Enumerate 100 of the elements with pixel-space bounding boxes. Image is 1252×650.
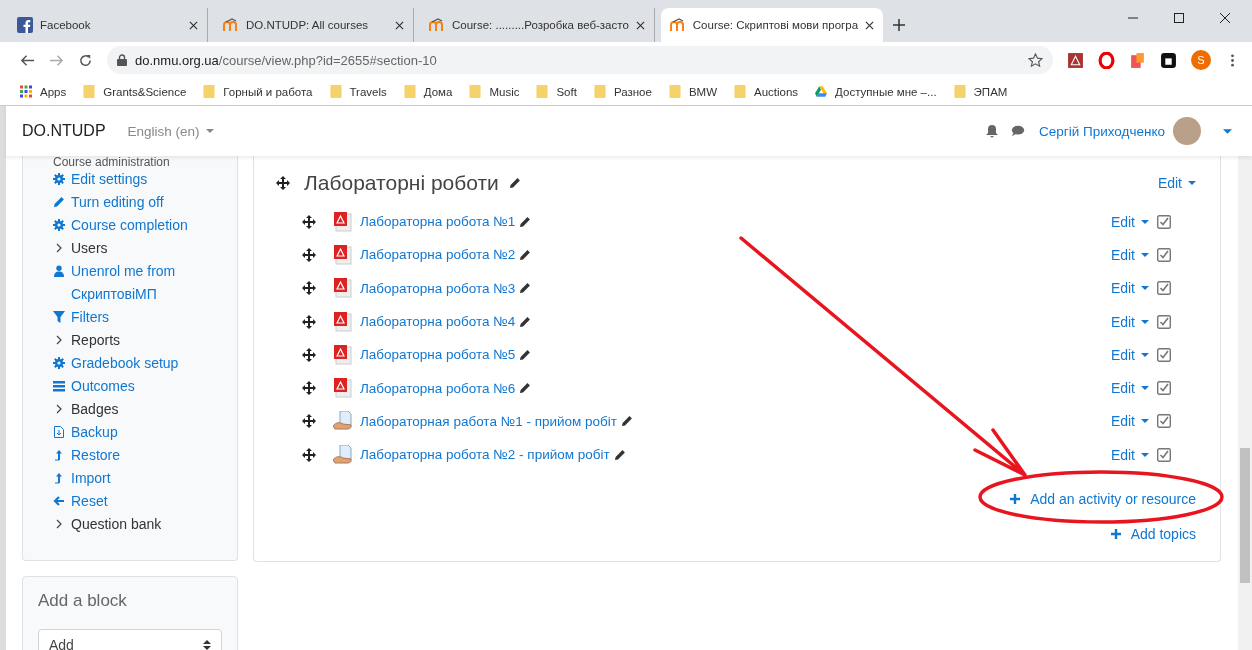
edit-menu[interactable]: Edit — [1110, 380, 1149, 397]
pdf-icon[interactable] — [1067, 51, 1084, 69]
edit-menu[interactable]: Edit — [1110, 246, 1149, 263]
pencil-icon[interactable] — [508, 177, 521, 189]
edit-menu[interactable]: Edit — [1110, 346, 1149, 363]
activity-link[interactable]: Лабораторна робота №2 - прийом робіт — [360, 447, 610, 463]
edit-menu[interactable]: Edit — [1110, 280, 1149, 297]
star-icon[interactable] — [1028, 52, 1043, 68]
pencil-icon[interactable] — [519, 282, 532, 295]
user-name[interactable]: Сергій Приходченко — [1039, 123, 1165, 139]
pencil-icon[interactable] — [519, 248, 532, 261]
chat-bubble-icon[interactable] — [1011, 124, 1025, 138]
close-icon[interactable] — [395, 20, 404, 30]
bookmark-item[interactable]: Apps — [20, 85, 67, 98]
pencil-icon[interactable] — [621, 415, 633, 428]
bookmark-item[interactable]: Auctions — [734, 85, 799, 98]
edit-menu[interactable]: Edit — [1110, 413, 1149, 430]
bell-icon[interactable] — [985, 124, 999, 138]
new-tab-icon[interactable] — [893, 19, 906, 31]
bookmark-item[interactable]: Music — [469, 85, 520, 98]
sidebar-link[interactable]: Filters — [71, 306, 110, 329]
sidebar-link[interactable]: Users — [71, 237, 108, 260]
activity-link[interactable]: Лабораторна робота №3 — [360, 280, 516, 296]
bookmark-item[interactable]: Доступные мне –... — [815, 85, 937, 98]
move-icon[interactable] — [302, 247, 316, 262]
profile-avatar[interactable]: S — [1191, 50, 1211, 70]
add-block-select[interactable]: Add — [38, 629, 222, 650]
sidebar-link[interactable]: Reset — [71, 490, 108, 513]
bookmark-item[interactable]: Дома — [403, 85, 453, 98]
checkbox[interactable] — [1157, 347, 1171, 362]
browser-tab[interactable]: DO.NTUDP: All courses — [214, 8, 414, 42]
checkbox[interactable] — [1157, 281, 1171, 296]
bookmark-item[interactable]: Горный и работа — [203, 85, 313, 98]
move-icon[interactable] — [302, 214, 316, 229]
sidebar-link[interactable]: Turn editing off — [71, 191, 164, 214]
browser-tab[interactable]: Course: .........Розробка веб-засто — [420, 8, 655, 42]
move-icon[interactable] — [276, 176, 290, 190]
edit-menu[interactable]: Edit — [1157, 175, 1196, 191]
sidebar-link[interactable]: Gradebook setup — [71, 352, 179, 375]
edit-menu[interactable]: Edit — [1110, 213, 1149, 230]
activity-link[interactable]: Лабораторна робота №5 — [360, 347, 516, 363]
close-icon[interactable] — [189, 20, 198, 30]
bookmark-item[interactable]: BMW — [668, 85, 717, 98]
scrollbar-thumb[interactable] — [1240, 448, 1250, 583]
sidebar-link[interactable]: Edit settings — [71, 168, 148, 191]
activity-link[interactable]: Лабораторна робота №2 — [360, 247, 516, 263]
sidebar-link[interactable]: Backup — [71, 421, 118, 444]
checkbox[interactable] — [1157, 447, 1171, 462]
pencil-icon[interactable] — [519, 315, 532, 328]
o-logo-icon[interactable] — [1098, 51, 1115, 69]
checkbox[interactable] — [1157, 414, 1171, 429]
sidebar-link[interactable]: Question bank — [71, 513, 162, 536]
sidebar-link[interactable]: Unenrol me from СкриптовіМП — [71, 260, 225, 306]
maximize-icon[interactable] — [1174, 13, 1184, 23]
move-icon[interactable] — [302, 414, 316, 429]
bookmark-item[interactable]: Soft — [536, 85, 577, 98]
move-icon[interactable] — [302, 347, 316, 362]
activity-link[interactable]: Лабораторна робота №6 — [360, 380, 516, 396]
bookmark-item[interactable]: Grants&Science — [83, 85, 187, 98]
checkbox[interactable] — [1157, 314, 1171, 329]
browser-tab[interactable]: Course: Скриптові мови програ — [660, 8, 884, 42]
site-name[interactable]: DO.NTUDP — [22, 122, 106, 140]
checkbox[interactable] — [1157, 381, 1171, 396]
folder-icon — [953, 85, 966, 98]
pdf-file-icon — [333, 211, 353, 232]
checkbox[interactable] — [1157, 247, 1171, 262]
sidebar-link[interactable]: Restore — [71, 444, 121, 467]
browser-tab[interactable]: Facebook — [8, 8, 208, 42]
bookmark-item[interactable]: ЭПАМ — [953, 85, 1008, 98]
activity-link[interactable]: Лабораторна робота №4 — [360, 314, 516, 330]
caret-icon[interactable] — [1223, 128, 1232, 134]
move-icon[interactable] — [302, 447, 316, 462]
move-icon[interactable] — [302, 381, 316, 396]
edit-menu[interactable]: Edit — [1110, 313, 1149, 330]
checkbox[interactable] — [1157, 214, 1171, 229]
sidebar-link[interactable]: Reports — [71, 329, 121, 352]
bookmark-item[interactable]: Разное — [593, 85, 652, 98]
sidebar-link[interactable]: Outcomes — [71, 375, 135, 398]
pencil-icon[interactable] — [613, 448, 626, 461]
sidebar-link[interactable]: Badges — [71, 398, 119, 421]
move-icon[interactable] — [302, 281, 316, 296]
close-icon[interactable] — [1220, 13, 1230, 23]
activity-link[interactable]: Лабораторна робота №1 — [360, 214, 516, 230]
extension-icon[interactable] — [1160, 51, 1177, 69]
edit-menu[interactable]: Edit — [1110, 446, 1149, 463]
address-bar[interactable]: do.nmu.org.ua/course/view.php?id=2655#section-10 — [107, 46, 1053, 74]
pencil-icon[interactable] — [519, 382, 532, 395]
activity-link[interactable]: Лабораторная работа №1 - прийом робіт — [360, 413, 617, 429]
sidebar-link[interactable]: Course completion — [71, 214, 188, 237]
close-icon[interactable] — [635, 20, 645, 30]
language-menu[interactable]: English (en) — [127, 123, 214, 139]
sidebar-link[interactable]: Import — [71, 467, 111, 490]
pencil-icon[interactable] — [519, 348, 532, 361]
move-icon[interactable] — [302, 314, 316, 329]
add-activity-link[interactable]: Add an activity or resource — [1010, 490, 1196, 507]
reload-icon[interactable] — [78, 52, 93, 68]
bookmark-item[interactable]: Travels — [329, 85, 387, 98]
close-icon[interactable] — [865, 20, 875, 30]
pencil-icon[interactable] — [519, 215, 532, 228]
add-topics-link[interactable]: Add topics — [1110, 525, 1196, 542]
